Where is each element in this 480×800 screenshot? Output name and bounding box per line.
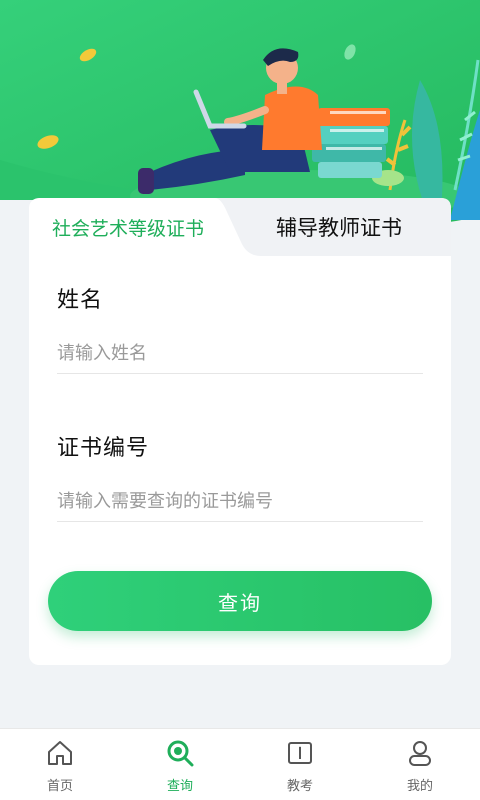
tab-social-art-certificate[interactable]: 社会艺术等级证书 [29, 198, 234, 256]
tab-tutor-certificate[interactable]: 辅导教师证书 [241, 198, 451, 256]
name-label: 姓名 [57, 288, 104, 313]
tab-social-art-certificate-label: 社会艺术等级证书 [52, 217, 205, 240]
certificate-number-input[interactable] [57, 482, 423, 522]
certificate-tabs: 社会艺术等级证书 辅导教师证书 [29, 198, 451, 256]
nav-label-mine: 我的 [406, 779, 433, 794]
nav-label-query: 查询 [166, 779, 193, 794]
nav-item-exam[interactable]: 教考 [240, 729, 360, 800]
nav-label-home: 首页 [46, 779, 73, 794]
bottom-navigation: 首页 查询 教考 我的 [0, 728, 480, 800]
nav-label-exam: 教考 [286, 779, 313, 794]
query-card: 社会艺术等级证书 辅导教师证书 姓名 证书编号 查询 [29, 198, 451, 665]
certificate-number-label: 证书编号 [57, 436, 150, 461]
tab-tutor-certificate-label: 辅导教师证书 [276, 216, 402, 240]
certificate-number-field-group: 证书编号 [57, 430, 423, 522]
query-button[interactable]: 查询 [48, 571, 432, 631]
nav-item-home[interactable]: 首页 [0, 729, 120, 800]
user-icon [409, 741, 431, 766]
certificate-query-page: 社会艺术等级证书 辅导教师证书 姓名 证书编号 查询 首页 [0, 0, 480, 800]
search-icon [167, 740, 194, 767]
nav-item-mine[interactable]: 我的 [360, 729, 480, 800]
name-field-group: 姓名 [57, 282, 423, 374]
nav-item-query[interactable]: 查询 [120, 729, 240, 800]
book-icon [288, 742, 312, 764]
home-icon [48, 741, 72, 765]
name-input[interactable] [57, 334, 423, 374]
